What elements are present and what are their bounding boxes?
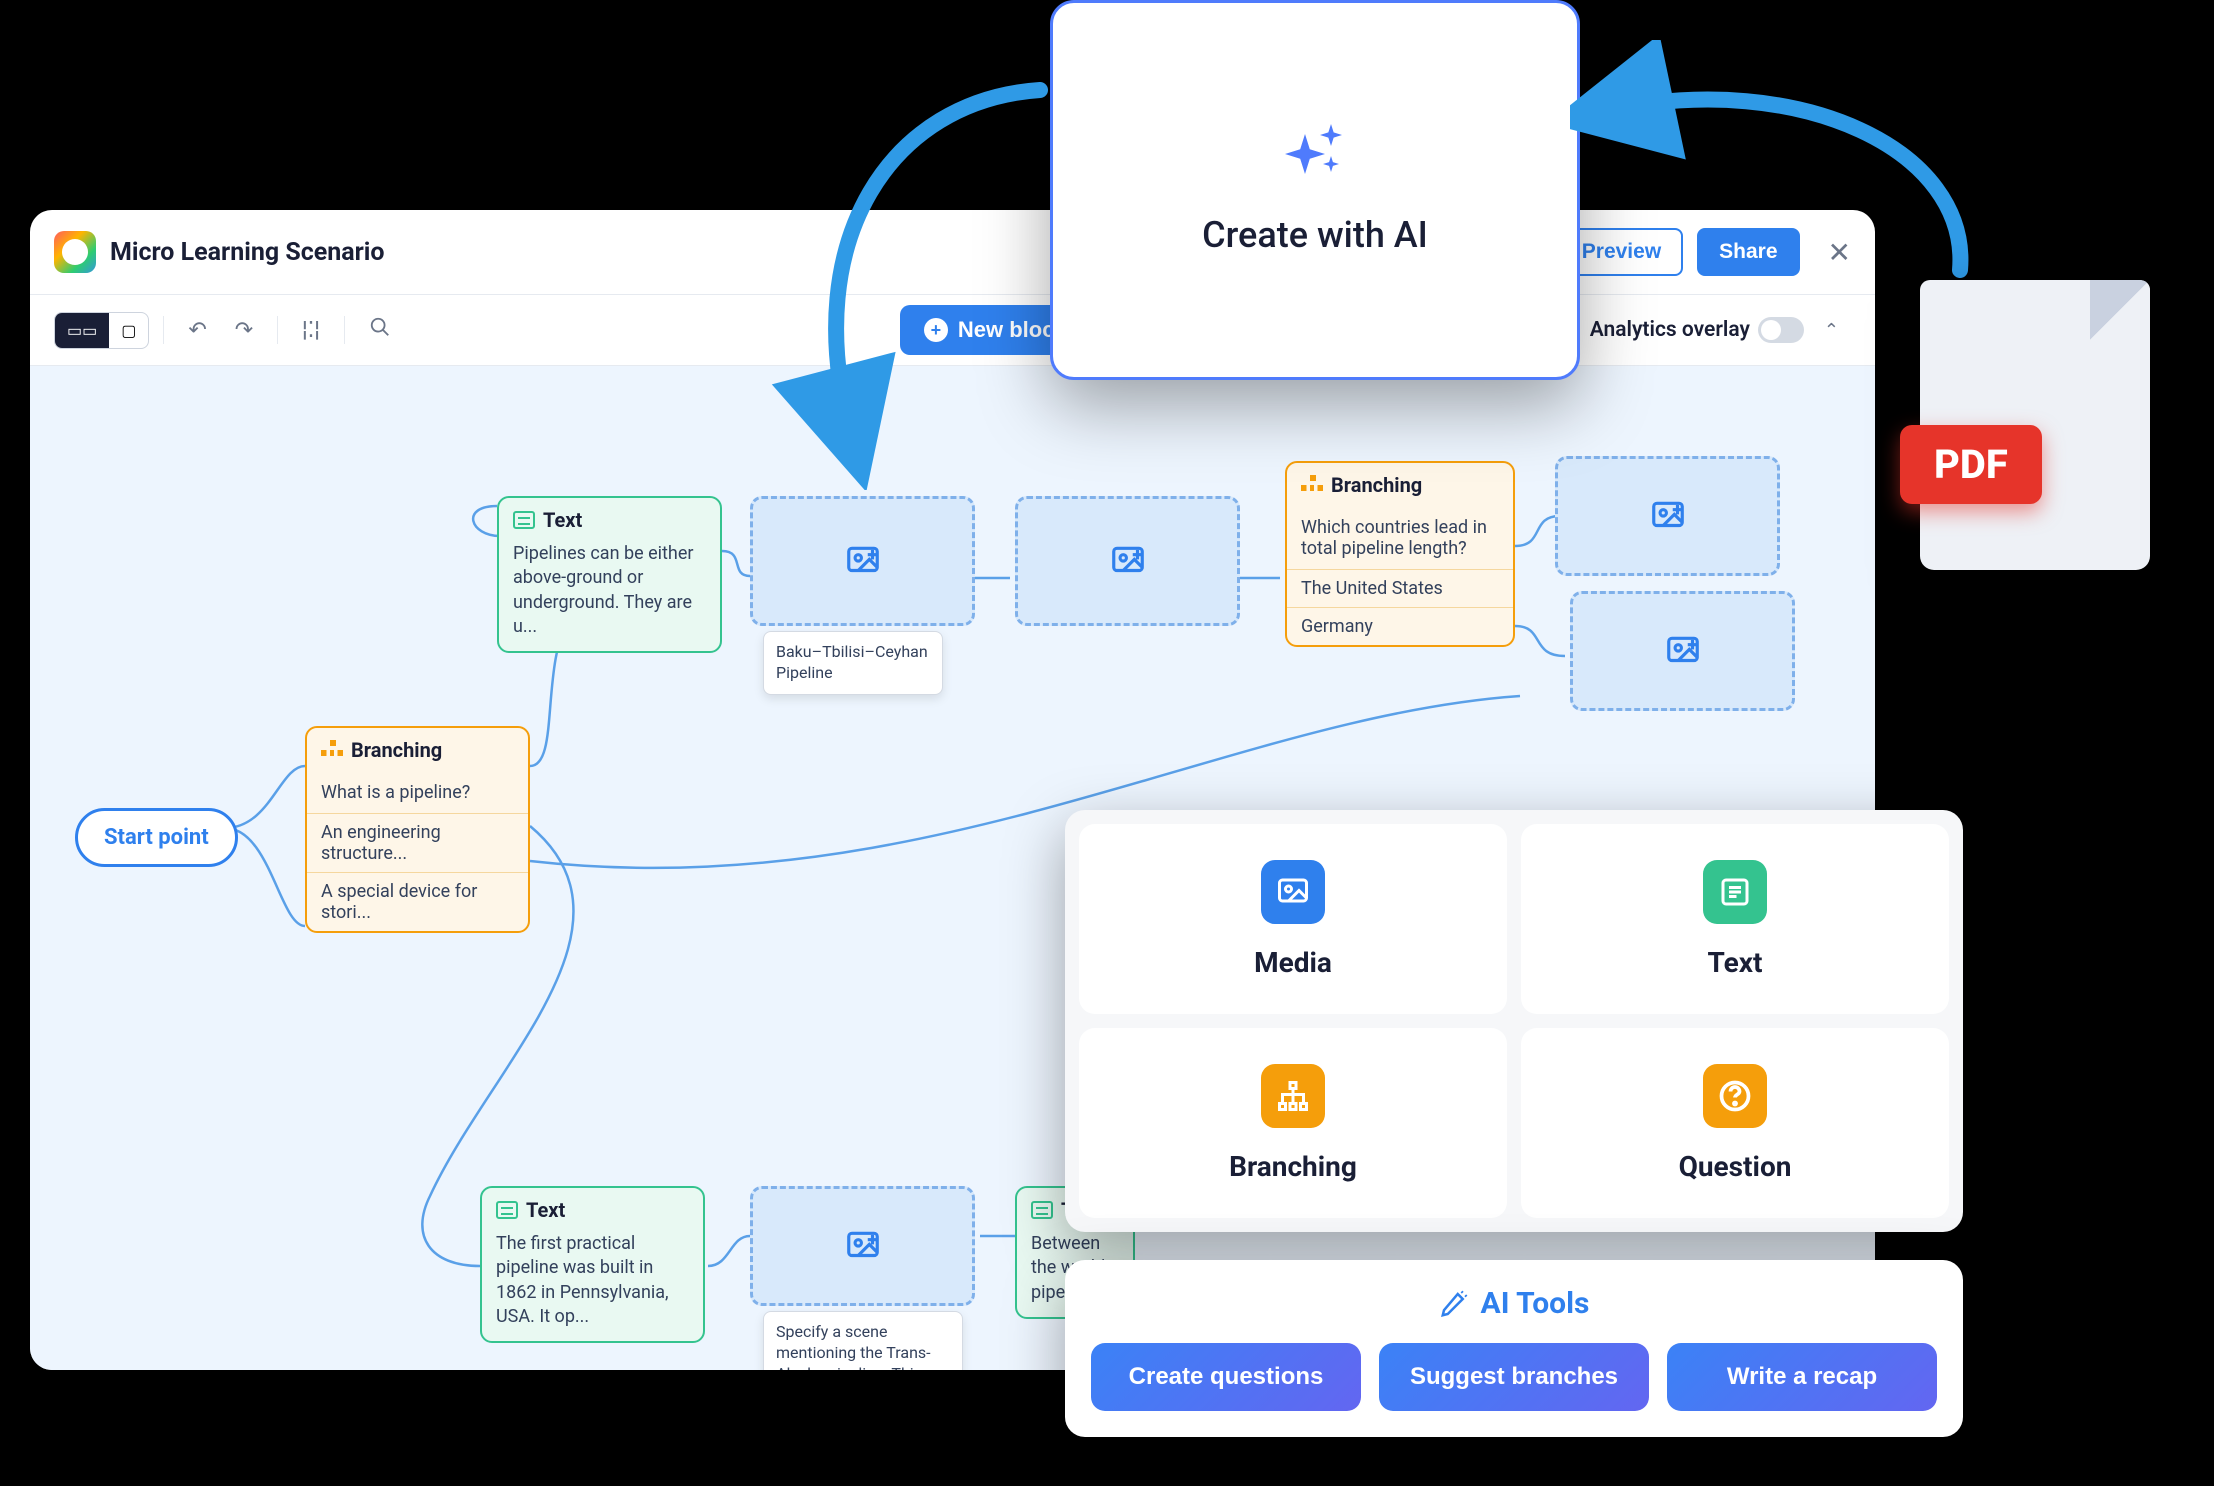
sparkle-icon — [1285, 124, 1345, 184]
media-label: Media — [1254, 946, 1332, 979]
placeholder-tooltip: Specify a scene mentioning the Trans-Ala… — [763, 1311, 963, 1370]
branch-option[interactable]: Germany — [1287, 608, 1513, 645]
text-block-option[interactable]: Text — [1521, 824, 1949, 1014]
share-button[interactable]: Share — [1697, 228, 1799, 276]
view-outline-icon[interactable]: ▢ — [109, 313, 148, 348]
text-node-1[interactable]: Text Pipelines can be either above-groun… — [497, 496, 722, 653]
branching-label: Branching — [1229, 1150, 1357, 1183]
close-icon[interactable]: ✕ — [1828, 236, 1851, 269]
placeholder-node[interactable] — [750, 496, 975, 626]
divider — [277, 316, 278, 344]
undo-icon[interactable]: ↶ — [178, 310, 216, 351]
node-body: Pipelines can be either above-ground or … — [499, 542, 720, 651]
app-logo-icon — [54, 231, 96, 273]
plus-icon: + — [924, 318, 948, 342]
view-cards-icon[interactable]: ▭▭ — [55, 313, 109, 348]
analytics-overlay-label: Analytics overlay — [1590, 318, 1750, 342]
align-icon[interactable]: ¦⁚¦ — [292, 310, 330, 351]
text-label: Text — [1708, 946, 1763, 979]
node-type-label: Text — [543, 508, 582, 532]
search-icon[interactable] — [359, 308, 401, 352]
branch-node-2[interactable]: Branching Which countries lead in total … — [1285, 461, 1515, 647]
analytics-overlay-toggle[interactable] — [1758, 317, 1804, 343]
divider — [163, 316, 164, 344]
view-mode-toggle[interactable]: ▭▭ ▢ — [54, 312, 149, 349]
media-icon — [1261, 860, 1325, 924]
chevron-up-icon[interactable]: ⌃ — [1812, 320, 1851, 341]
branching-icon — [1301, 475, 1323, 495]
pdf-badge-label: PDF — [1900, 425, 2042, 504]
create-with-ai-label: Create with AI — [1202, 214, 1428, 256]
ai-tools-title: AI Tools — [1091, 1286, 1937, 1321]
divider — [344, 316, 345, 344]
branch-question: What is a pipeline? — [307, 772, 528, 814]
start-point-node[interactable]: Start point — [75, 808, 238, 867]
placeholder-node[interactable] — [1570, 591, 1795, 711]
question-block-option[interactable]: Question — [1521, 1028, 1949, 1218]
branch-option[interactable]: The United States — [1287, 570, 1513, 608]
placeholder-tooltip: Baku–Tbilisi–Ceyhan Pipeline — [763, 631, 943, 695]
media-block-option[interactable]: Media — [1079, 824, 1507, 1014]
branching-block-option[interactable]: Branching — [1079, 1028, 1507, 1218]
node-type-label: Branching — [1331, 473, 1422, 497]
text-icon — [1031, 1201, 1053, 1219]
node-type-label: Text — [526, 1198, 565, 1222]
branching-icon — [321, 740, 343, 760]
text-node-2[interactable]: Text The first practical pipeline was bu… — [480, 1186, 705, 1343]
suggest-branches-button[interactable]: Suggest branches — [1379, 1343, 1649, 1411]
branch-option[interactable]: An engineering structure... — [307, 814, 528, 873]
toolbar: ▭▭ ▢ ↶ ↷ ¦⁚¦ + New block Analytics overl… — [30, 295, 1875, 366]
create-with-ai-card[interactable]: Create with AI — [1050, 0, 1580, 380]
text-icon — [513, 511, 535, 529]
branch-node-1[interactable]: Branching What is a pipeline? An enginee… — [305, 726, 530, 933]
branching-icon — [1261, 1064, 1325, 1128]
node-body: The first practical pipeline was built i… — [482, 1232, 703, 1341]
app-header: Micro Learning Scenario Preview Share ✕ — [30, 210, 1875, 295]
placeholder-node[interactable] — [1015, 496, 1240, 626]
pdf-file-icon: PDF — [1920, 280, 2150, 570]
branch-question: Which countries lead in total pipeline l… — [1287, 507, 1513, 570]
question-icon — [1703, 1064, 1767, 1128]
text-icon — [1703, 860, 1767, 924]
write-recap-button[interactable]: Write a recap — [1667, 1343, 1937, 1411]
ai-tools-label: AI Tools — [1481, 1286, 1590, 1321]
branch-option[interactable]: A special device for stori... — [307, 873, 528, 931]
placeholder-node[interactable] — [750, 1186, 975, 1306]
create-questions-button[interactable]: Create questions — [1091, 1343, 1361, 1411]
text-icon — [496, 1201, 518, 1219]
block-type-panel: Media Text Branching Question — [1065, 810, 1963, 1232]
placeholder-node[interactable] — [1555, 456, 1780, 576]
ai-tools-panel: AI Tools Create questions Suggest branch… — [1065, 1260, 1963, 1437]
redo-icon[interactable]: ↷ — [225, 310, 263, 351]
question-label: Question — [1679, 1150, 1792, 1183]
node-type-label: Branching — [351, 738, 442, 762]
